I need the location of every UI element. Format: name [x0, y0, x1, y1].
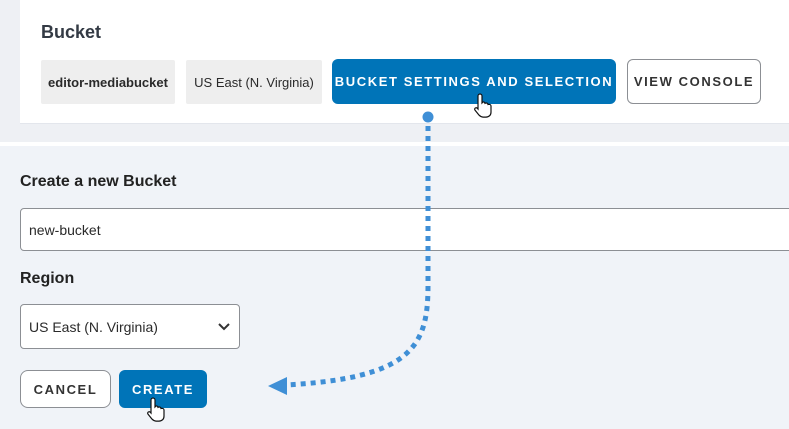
- create-bucket-title: Create a new Bucket: [20, 173, 177, 190]
- cancel-button[interactable]: CANCEL: [20, 370, 111, 408]
- region-select-value: US East (N. Virginia): [29, 318, 158, 335]
- chevron-down-icon: [217, 319, 231, 335]
- section-divider: [0, 142, 789, 146]
- bucket-name-value: new-bucket: [29, 221, 101, 238]
- bucket-name-input[interactable]: new-bucket: [20, 208, 789, 251]
- flow-arrow-head: [268, 377, 287, 395]
- region-label: Region: [20, 270, 75, 287]
- view-console-button[interactable]: VIEW CONSOLE: [627, 59, 761, 104]
- region-select[interactable]: US East (N. Virginia): [20, 304, 240, 349]
- bucket-name-chip: editor-mediabucket: [41, 60, 175, 104]
- bucket-region-chip: US East (N. Virginia): [186, 60, 322, 104]
- bucket-section-title: Bucket: [41, 22, 102, 42]
- hand-pointer-icon: [474, 93, 492, 118]
- flow-arrow-path: [285, 126, 431, 388]
- hand-pointer-icon: [147, 397, 165, 422]
